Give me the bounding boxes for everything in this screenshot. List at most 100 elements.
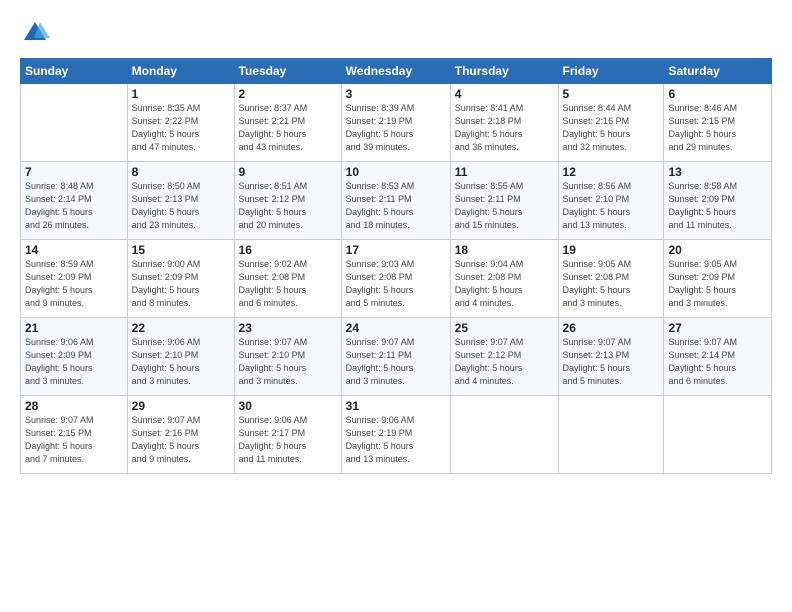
calendar-table: SundayMondayTuesdayWednesdayThursdayFrid… bbox=[20, 58, 772, 474]
day-number: 15 bbox=[132, 243, 230, 257]
day-info: Sunrise: 9:04 AM Sunset: 2:08 PM Dayligh… bbox=[455, 258, 554, 310]
day-info: Sunrise: 8:44 AM Sunset: 2:16 PM Dayligh… bbox=[563, 102, 660, 154]
col-header-sunday: Sunday bbox=[21, 59, 128, 84]
day-number: 4 bbox=[455, 87, 554, 101]
day-info: Sunrise: 8:48 AM Sunset: 2:14 PM Dayligh… bbox=[25, 180, 123, 232]
day-info: Sunrise: 8:46 AM Sunset: 2:15 PM Dayligh… bbox=[668, 102, 767, 154]
day-number: 2 bbox=[239, 87, 337, 101]
day-info: Sunrise: 9:07 AM Sunset: 2:10 PM Dayligh… bbox=[239, 336, 337, 388]
day-number: 12 bbox=[563, 165, 660, 179]
day-cell bbox=[21, 84, 128, 162]
day-number: 30 bbox=[239, 399, 337, 413]
day-cell: 4Sunrise: 8:41 AM Sunset: 2:18 PM Daylig… bbox=[450, 84, 558, 162]
day-info: Sunrise: 8:35 AM Sunset: 2:22 PM Dayligh… bbox=[132, 102, 230, 154]
day-cell: 28Sunrise: 9:07 AM Sunset: 2:15 PM Dayli… bbox=[21, 396, 128, 474]
day-cell: 7Sunrise: 8:48 AM Sunset: 2:14 PM Daylig… bbox=[21, 162, 128, 240]
col-header-thursday: Thursday bbox=[450, 59, 558, 84]
day-cell: 13Sunrise: 8:58 AM Sunset: 2:09 PM Dayli… bbox=[664, 162, 772, 240]
day-number: 10 bbox=[346, 165, 446, 179]
day-number: 8 bbox=[132, 165, 230, 179]
day-cell: 12Sunrise: 8:56 AM Sunset: 2:10 PM Dayli… bbox=[558, 162, 664, 240]
header bbox=[20, 18, 772, 48]
day-info: Sunrise: 9:07 AM Sunset: 2:12 PM Dayligh… bbox=[455, 336, 554, 388]
logo-icon bbox=[20, 18, 50, 48]
day-info: Sunrise: 9:07 AM Sunset: 2:11 PM Dayligh… bbox=[346, 336, 446, 388]
week-row-5: 28Sunrise: 9:07 AM Sunset: 2:15 PM Dayli… bbox=[21, 396, 772, 474]
day-cell: 18Sunrise: 9:04 AM Sunset: 2:08 PM Dayli… bbox=[450, 240, 558, 318]
col-header-monday: Monday bbox=[127, 59, 234, 84]
day-info: Sunrise: 9:07 AM Sunset: 2:15 PM Dayligh… bbox=[25, 414, 123, 466]
day-cell: 6Sunrise: 8:46 AM Sunset: 2:15 PM Daylig… bbox=[664, 84, 772, 162]
page: SundayMondayTuesdayWednesdayThursdayFrid… bbox=[0, 0, 792, 612]
day-number: 23 bbox=[239, 321, 337, 335]
day-cell: 1Sunrise: 8:35 AM Sunset: 2:22 PM Daylig… bbox=[127, 84, 234, 162]
day-number: 20 bbox=[668, 243, 767, 257]
day-cell: 3Sunrise: 8:39 AM Sunset: 2:19 PM Daylig… bbox=[341, 84, 450, 162]
day-info: Sunrise: 8:37 AM Sunset: 2:21 PM Dayligh… bbox=[239, 102, 337, 154]
day-cell: 24Sunrise: 9:07 AM Sunset: 2:11 PM Dayli… bbox=[341, 318, 450, 396]
day-info: Sunrise: 9:06 AM Sunset: 2:09 PM Dayligh… bbox=[25, 336, 123, 388]
day-cell: 10Sunrise: 8:53 AM Sunset: 2:11 PM Dayli… bbox=[341, 162, 450, 240]
day-cell: 22Sunrise: 9:06 AM Sunset: 2:10 PM Dayli… bbox=[127, 318, 234, 396]
day-cell: 21Sunrise: 9:06 AM Sunset: 2:09 PM Dayli… bbox=[21, 318, 128, 396]
day-cell bbox=[450, 396, 558, 474]
day-cell: 17Sunrise: 9:03 AM Sunset: 2:08 PM Dayli… bbox=[341, 240, 450, 318]
day-cell: 26Sunrise: 9:07 AM Sunset: 2:13 PM Dayli… bbox=[558, 318, 664, 396]
day-number: 13 bbox=[668, 165, 767, 179]
day-cell: 11Sunrise: 8:55 AM Sunset: 2:11 PM Dayli… bbox=[450, 162, 558, 240]
week-row-2: 7Sunrise: 8:48 AM Sunset: 2:14 PM Daylig… bbox=[21, 162, 772, 240]
day-cell: 14Sunrise: 8:59 AM Sunset: 2:09 PM Dayli… bbox=[21, 240, 128, 318]
col-header-friday: Friday bbox=[558, 59, 664, 84]
day-info: Sunrise: 9:06 AM Sunset: 2:10 PM Dayligh… bbox=[132, 336, 230, 388]
day-cell: 23Sunrise: 9:07 AM Sunset: 2:10 PM Dayli… bbox=[234, 318, 341, 396]
col-header-saturday: Saturday bbox=[664, 59, 772, 84]
day-info: Sunrise: 8:53 AM Sunset: 2:11 PM Dayligh… bbox=[346, 180, 446, 232]
day-number: 5 bbox=[563, 87, 660, 101]
day-number: 28 bbox=[25, 399, 123, 413]
day-cell: 9Sunrise: 8:51 AM Sunset: 2:12 PM Daylig… bbox=[234, 162, 341, 240]
day-info: Sunrise: 8:56 AM Sunset: 2:10 PM Dayligh… bbox=[563, 180, 660, 232]
day-number: 26 bbox=[563, 321, 660, 335]
day-info: Sunrise: 8:39 AM Sunset: 2:19 PM Dayligh… bbox=[346, 102, 446, 154]
day-number: 19 bbox=[563, 243, 660, 257]
day-info: Sunrise: 8:51 AM Sunset: 2:12 PM Dayligh… bbox=[239, 180, 337, 232]
day-info: Sunrise: 9:07 AM Sunset: 2:16 PM Dayligh… bbox=[132, 414, 230, 466]
day-cell: 27Sunrise: 9:07 AM Sunset: 2:14 PM Dayli… bbox=[664, 318, 772, 396]
col-header-wednesday: Wednesday bbox=[341, 59, 450, 84]
day-cell: 19Sunrise: 9:05 AM Sunset: 2:08 PM Dayli… bbox=[558, 240, 664, 318]
day-cell: 5Sunrise: 8:44 AM Sunset: 2:16 PM Daylig… bbox=[558, 84, 664, 162]
day-cell: 29Sunrise: 9:07 AM Sunset: 2:16 PM Dayli… bbox=[127, 396, 234, 474]
day-info: Sunrise: 9:02 AM Sunset: 2:08 PM Dayligh… bbox=[239, 258, 337, 310]
day-cell: 15Sunrise: 9:00 AM Sunset: 2:09 PM Dayli… bbox=[127, 240, 234, 318]
day-number: 11 bbox=[455, 165, 554, 179]
day-info: Sunrise: 9:07 AM Sunset: 2:14 PM Dayligh… bbox=[668, 336, 767, 388]
day-cell: 8Sunrise: 8:50 AM Sunset: 2:13 PM Daylig… bbox=[127, 162, 234, 240]
day-info: Sunrise: 9:06 AM Sunset: 2:19 PM Dayligh… bbox=[346, 414, 446, 466]
day-number: 25 bbox=[455, 321, 554, 335]
day-info: Sunrise: 9:03 AM Sunset: 2:08 PM Dayligh… bbox=[346, 258, 446, 310]
day-number: 6 bbox=[668, 87, 767, 101]
day-info: Sunrise: 9:00 AM Sunset: 2:09 PM Dayligh… bbox=[132, 258, 230, 310]
day-info: Sunrise: 8:41 AM Sunset: 2:18 PM Dayligh… bbox=[455, 102, 554, 154]
day-info: Sunrise: 9:05 AM Sunset: 2:09 PM Dayligh… bbox=[668, 258, 767, 310]
day-number: 7 bbox=[25, 165, 123, 179]
day-number: 27 bbox=[668, 321, 767, 335]
day-number: 14 bbox=[25, 243, 123, 257]
day-number: 18 bbox=[455, 243, 554, 257]
day-number: 1 bbox=[132, 87, 230, 101]
day-number: 3 bbox=[346, 87, 446, 101]
day-info: Sunrise: 8:58 AM Sunset: 2:09 PM Dayligh… bbox=[668, 180, 767, 232]
day-number: 17 bbox=[346, 243, 446, 257]
day-number: 16 bbox=[239, 243, 337, 257]
day-info: Sunrise: 8:55 AM Sunset: 2:11 PM Dayligh… bbox=[455, 180, 554, 232]
day-cell bbox=[558, 396, 664, 474]
logo bbox=[20, 18, 54, 48]
day-number: 31 bbox=[346, 399, 446, 413]
day-cell: 30Sunrise: 9:06 AM Sunset: 2:17 PM Dayli… bbox=[234, 396, 341, 474]
day-cell: 31Sunrise: 9:06 AM Sunset: 2:19 PM Dayli… bbox=[341, 396, 450, 474]
day-number: 21 bbox=[25, 321, 123, 335]
day-number: 24 bbox=[346, 321, 446, 335]
day-number: 9 bbox=[239, 165, 337, 179]
day-number: 22 bbox=[132, 321, 230, 335]
calendar-header-row: SundayMondayTuesdayWednesdayThursdayFrid… bbox=[21, 59, 772, 84]
